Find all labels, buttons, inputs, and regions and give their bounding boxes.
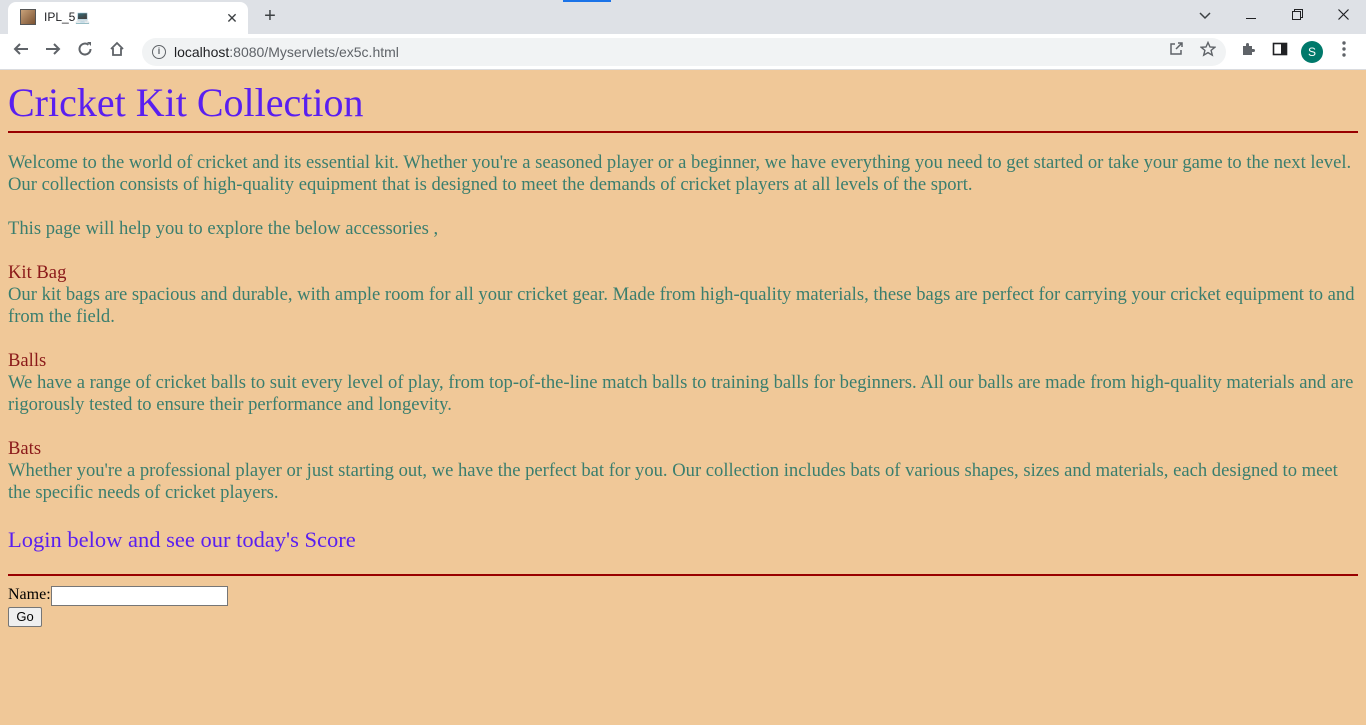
site-info-icon[interactable]: i xyxy=(152,45,166,59)
new-tab-button[interactable]: + xyxy=(258,5,282,29)
explore-paragraph: This page will help you to explore the b… xyxy=(8,218,439,239)
tab-search-chevron-icon[interactable] xyxy=(1191,4,1219,26)
kebab-menu-icon[interactable] xyxy=(1332,40,1356,64)
browser-tab[interactable]: IPL_5💻 ✕ xyxy=(8,2,248,34)
tab-title: IPL_5💻 xyxy=(44,10,91,24)
item-heading-bats: Bats xyxy=(8,438,42,459)
horizontal-rule xyxy=(8,574,1358,576)
favicon-icon xyxy=(20,9,36,25)
address-bar[interactable]: i localhost:8080/Myservlets/ex5c.html xyxy=(142,38,1226,66)
side-panel-icon[interactable] xyxy=(1268,40,1292,64)
restore-button[interactable] xyxy=(1283,4,1311,26)
home-icon[interactable] xyxy=(105,40,129,64)
login-heading: Login below and see our today's Score xyxy=(8,527,356,552)
tab-strip: IPL_5💻 ✕ + xyxy=(0,0,1366,34)
item-text-bats: Whether you're a professional player or … xyxy=(8,460,1338,503)
item-heading-balls: Balls xyxy=(8,350,47,371)
item-text-balls: We have a range of cricket balls to suit… xyxy=(8,372,1354,415)
minimize-button[interactable] xyxy=(1237,4,1265,26)
profile-avatar[interactable]: S xyxy=(1301,41,1323,63)
item-text-kit-bag: Our kit bags are spacious and durable, w… xyxy=(8,284,1355,327)
close-tab-icon[interactable]: ✕ xyxy=(222,8,242,28)
bookmark-star-icon[interactable] xyxy=(1197,40,1219,63)
url-text: localhost:8080/Myservlets/ex5c.html xyxy=(174,44,399,60)
item-heading-kit-bag: Kit Bag xyxy=(8,262,67,283)
forward-arrow-icon[interactable] xyxy=(41,40,65,64)
name-input[interactable] xyxy=(51,586,228,606)
reload-icon[interactable] xyxy=(73,40,97,64)
go-button[interactable]: Go xyxy=(8,607,42,627)
name-label: Name: xyxy=(8,586,51,603)
page-title: Cricket Kit Collection xyxy=(8,80,364,125)
tab-loading-indicator xyxy=(563,0,611,2)
back-arrow-icon[interactable] xyxy=(9,40,33,64)
horizontal-rule xyxy=(8,131,1358,133)
share-icon[interactable] xyxy=(1165,41,1187,63)
page-content: Cricket Kit Collection Welcome to the wo… xyxy=(0,71,1366,725)
extensions-puzzle-icon[interactable] xyxy=(1236,40,1260,64)
intro-paragraph: Welcome to the world of cricket and its … xyxy=(8,152,1352,195)
close-window-button[interactable] xyxy=(1329,4,1357,26)
browser-toolbar: i localhost:8080/Myservlets/ex5c.html S xyxy=(0,34,1366,70)
